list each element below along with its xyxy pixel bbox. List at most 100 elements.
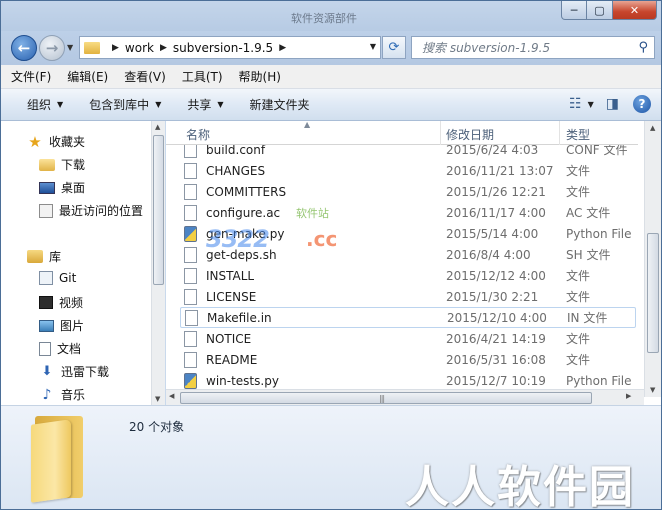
chevron-right-icon[interactable]: ▶ bbox=[279, 43, 286, 53]
file-row[interactable]: INSTALL 2015/12/12 4:00 文件 bbox=[180, 265, 636, 286]
python-file-icon bbox=[184, 225, 197, 242]
close-button[interactable]: ✕ bbox=[613, 1, 657, 20]
nav-item-music[interactable]: ♪ 音乐 bbox=[39, 386, 85, 403]
file-name[interactable]: INSTALL bbox=[206, 269, 254, 283]
file-name[interactable]: win-tests.py bbox=[206, 374, 279, 388]
file-row[interactable]: README 2016/5/31 16:08 文件 bbox=[180, 349, 636, 370]
file-row[interactable]: Makefile.in 2015/12/10 4:00 IN 文件 bbox=[180, 307, 636, 328]
chevron-right-icon[interactable]: ▶ bbox=[160, 43, 167, 53]
preview-pane-icon[interactable]: ◨ bbox=[606, 96, 619, 112]
maximize-button[interactable]: ▢ bbox=[587, 1, 613, 20]
refresh-button[interactable]: ⟳ bbox=[382, 36, 406, 59]
file-name[interactable]: README bbox=[206, 353, 257, 367]
scroll-down-icon[interactable]: ▼ bbox=[650, 386, 655, 394]
file-list-scrollbar[interactable]: ▲ ▼ bbox=[644, 121, 661, 397]
minimize-button[interactable]: ─ bbox=[561, 1, 587, 20]
scroll-right-icon[interactable]: ▶ bbox=[626, 392, 631, 400]
nav-item-label: 下载 bbox=[61, 158, 86, 172]
menu-file[interactable]: 文件(F) bbox=[11, 68, 51, 85]
back-button[interactable]: ← bbox=[11, 35, 37, 61]
nav-item-videos[interactable]: 视频 bbox=[39, 294, 83, 311]
scroll-up-icon[interactable]: ▲ bbox=[650, 124, 655, 132]
search-input[interactable]: 搜索 subversion-1.9.5 ⚲ bbox=[411, 36, 655, 59]
nav-item-git[interactable]: Git bbox=[39, 271, 76, 285]
file-icon bbox=[184, 246, 197, 263]
view-options-icon[interactable]: ☷ bbox=[569, 96, 582, 112]
address-bar[interactable]: ▶ work ▶ subversion-1.9.5 ▶ ▼ bbox=[79, 36, 381, 59]
logo-suffix: .cc bbox=[306, 227, 338, 251]
new-folder-button[interactable]: 新建文件夹 bbox=[250, 96, 310, 113]
chevron-down-icon[interactable]: ▼ bbox=[370, 42, 376, 51]
object-count: 20 个对象 bbox=[129, 420, 185, 434]
help-icon[interactable]: ? bbox=[633, 95, 651, 113]
column-divider[interactable] bbox=[559, 121, 560, 145]
file-name[interactable]: NOTICE bbox=[206, 332, 251, 346]
menu-help[interactable]: 帮助(H) bbox=[239, 68, 281, 85]
arrow-left-icon: ← bbox=[17, 39, 31, 57]
arrow-right-icon: → bbox=[45, 39, 59, 57]
breadcrumb-subversion[interactable]: subversion-1.9.5 bbox=[173, 41, 273, 55]
logo-digits: 3322 bbox=[206, 225, 270, 253]
file-row[interactable]: CHANGES 2016/11/21 13:07 文件 bbox=[180, 160, 636, 181]
file-row[interactable]: LICENSE 2015/1/30 2:21 文件 bbox=[180, 286, 636, 307]
forward-button[interactable]: → bbox=[39, 35, 65, 61]
menu-bar: 文件(F) 编辑(E) 查看(V) 工具(T) 帮助(H) bbox=[1, 65, 661, 89]
nav-item-pictures[interactable]: 图片 bbox=[39, 317, 84, 334]
horizontal-scrollbar[interactable]: ◀ ||| ▶ bbox=[166, 389, 644, 405]
file-name[interactable]: LICENSE bbox=[206, 290, 256, 304]
nav-favorites[interactable]: ★ 收藏夹 bbox=[27, 133, 85, 151]
file-name[interactable]: CHANGES bbox=[206, 164, 265, 178]
file-row[interactable]: win-tests.py 2015/12/7 10:19 Python File bbox=[180, 370, 636, 391]
menu-edit[interactable]: 编辑(E) bbox=[67, 68, 108, 85]
nav-item-documents[interactable]: 文档 bbox=[39, 340, 81, 357]
breadcrumb-work[interactable]: work bbox=[125, 41, 154, 55]
navigation-pane: ★ 收藏夹 下载 桌面 最近访问的位置 库 Git 视频 图片 文档 ⬇ 迅雷下… bbox=[1, 121, 151, 405]
nav-item-downloads[interactable]: 下载 bbox=[39, 156, 85, 173]
refresh-icon: ⟳ bbox=[388, 40, 400, 55]
file-row[interactable]: NOTICE 2016/4/21 14:19 文件 bbox=[180, 328, 636, 349]
menu-view[interactable]: 查看(V) bbox=[124, 68, 166, 85]
organize-button[interactable]: 组织 ▼ bbox=[27, 96, 63, 113]
include-in-library-button[interactable]: 包含到库中 ▼ bbox=[89, 96, 161, 113]
nav-item-xunlei-downloads[interactable]: ⬇ 迅雷下载 bbox=[39, 363, 109, 380]
file-date: 2016/11/17 4:00 bbox=[446, 205, 546, 220]
file-type: SH 文件 bbox=[566, 248, 611, 262]
file-row[interactable]: build.conf 2015/6/24 4:03 CONF 文件 bbox=[180, 145, 636, 160]
file-type: Python File bbox=[566, 226, 632, 241]
file-name[interactable]: Makefile.in bbox=[207, 311, 272, 325]
column-name[interactable]: 名称 bbox=[186, 126, 210, 143]
file-date: 2015/5/14 4:00 bbox=[446, 226, 539, 241]
scroll-up-icon[interactable]: ▲ bbox=[155, 123, 160, 131]
nav-item-desktop[interactable]: 桌面 bbox=[39, 179, 85, 196]
column-divider[interactable] bbox=[440, 121, 441, 145]
file-type: IN 文件 bbox=[567, 311, 608, 325]
logo-tag: 软件站 bbox=[296, 207, 329, 220]
recent-pages-dropdown[interactable]: ▼ bbox=[67, 43, 73, 52]
title-bar[interactable]: 软件资源部件 ─ ▢ ✕ bbox=[1, 1, 661, 31]
nav-item-recent-places[interactable]: 最近访问的位置 bbox=[39, 202, 143, 219]
chevron-right-icon[interactable]: ▶ bbox=[112, 43, 119, 53]
scroll-thumb[interactable]: ||| bbox=[180, 392, 592, 404]
search-placeholder: 搜索 subversion-1.9.5 bbox=[422, 41, 551, 55]
scroll-thumb[interactable] bbox=[647, 233, 659, 353]
pictures-library-icon bbox=[39, 319, 54, 332]
scroll-thumb[interactable] bbox=[153, 135, 164, 285]
share-button[interactable]: 共享 ▼ bbox=[187, 96, 223, 113]
menu-tools[interactable]: 工具(T) bbox=[182, 68, 223, 85]
file-type: Python File bbox=[566, 373, 632, 388]
chevron-down-icon[interactable]: ▼ bbox=[588, 100, 594, 109]
nav-scrollbar[interactable]: ▲ ▼ bbox=[151, 121, 165, 405]
file-name[interactable]: build.conf bbox=[206, 145, 265, 157]
search-icon[interactable]: ⚲ bbox=[638, 40, 648, 55]
file-icon bbox=[184, 162, 197, 179]
file-name[interactable]: COMMITTERS bbox=[206, 185, 286, 199]
window-title: 软件资源部件 bbox=[291, 12, 357, 25]
nav-libraries-label: 库 bbox=[49, 250, 62, 264]
scroll-down-icon[interactable]: ▼ bbox=[155, 395, 160, 403]
file-row[interactable]: COMMITTERS 2015/1/26 12:21 文件 bbox=[180, 181, 636, 202]
column-date[interactable]: 修改日期 bbox=[446, 126, 494, 143]
scroll-left-icon[interactable]: ◀ bbox=[169, 392, 174, 400]
column-type[interactable]: 类型 bbox=[566, 126, 590, 143]
file-date: 2015/12/7 10:19 bbox=[446, 373, 546, 388]
nav-libraries[interactable]: 库 bbox=[27, 248, 61, 265]
